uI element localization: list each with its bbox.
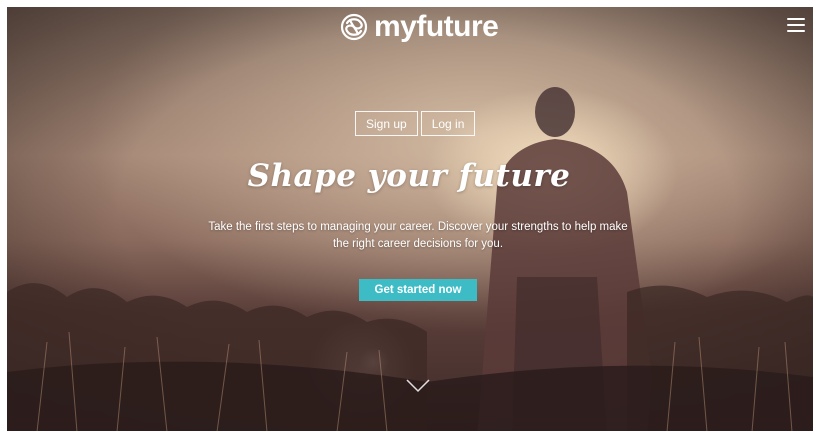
chevron-down-icon[interactable]: [406, 378, 430, 394]
signup-button[interactable]: Sign up: [355, 111, 418, 136]
get-started-button[interactable]: Get started now: [359, 279, 477, 301]
hero-subtitle: Take the first steps to managing your ca…: [208, 221, 628, 250]
menu-line: [787, 24, 805, 26]
login-button[interactable]: Log in: [420, 111, 476, 136]
logo-text: myfuture: [374, 10, 499, 43]
brain-knot-icon: [340, 13, 368, 41]
hamburger-menu-icon[interactable]: [787, 18, 805, 32]
site-logo[interactable]: myfuture: [338, 10, 499, 44]
auth-buttons: Sign up Log in: [355, 111, 476, 136]
menu-line: [787, 30, 805, 32]
menu-line: [787, 18, 805, 20]
hero-title: Shape your future: [247, 158, 571, 194]
